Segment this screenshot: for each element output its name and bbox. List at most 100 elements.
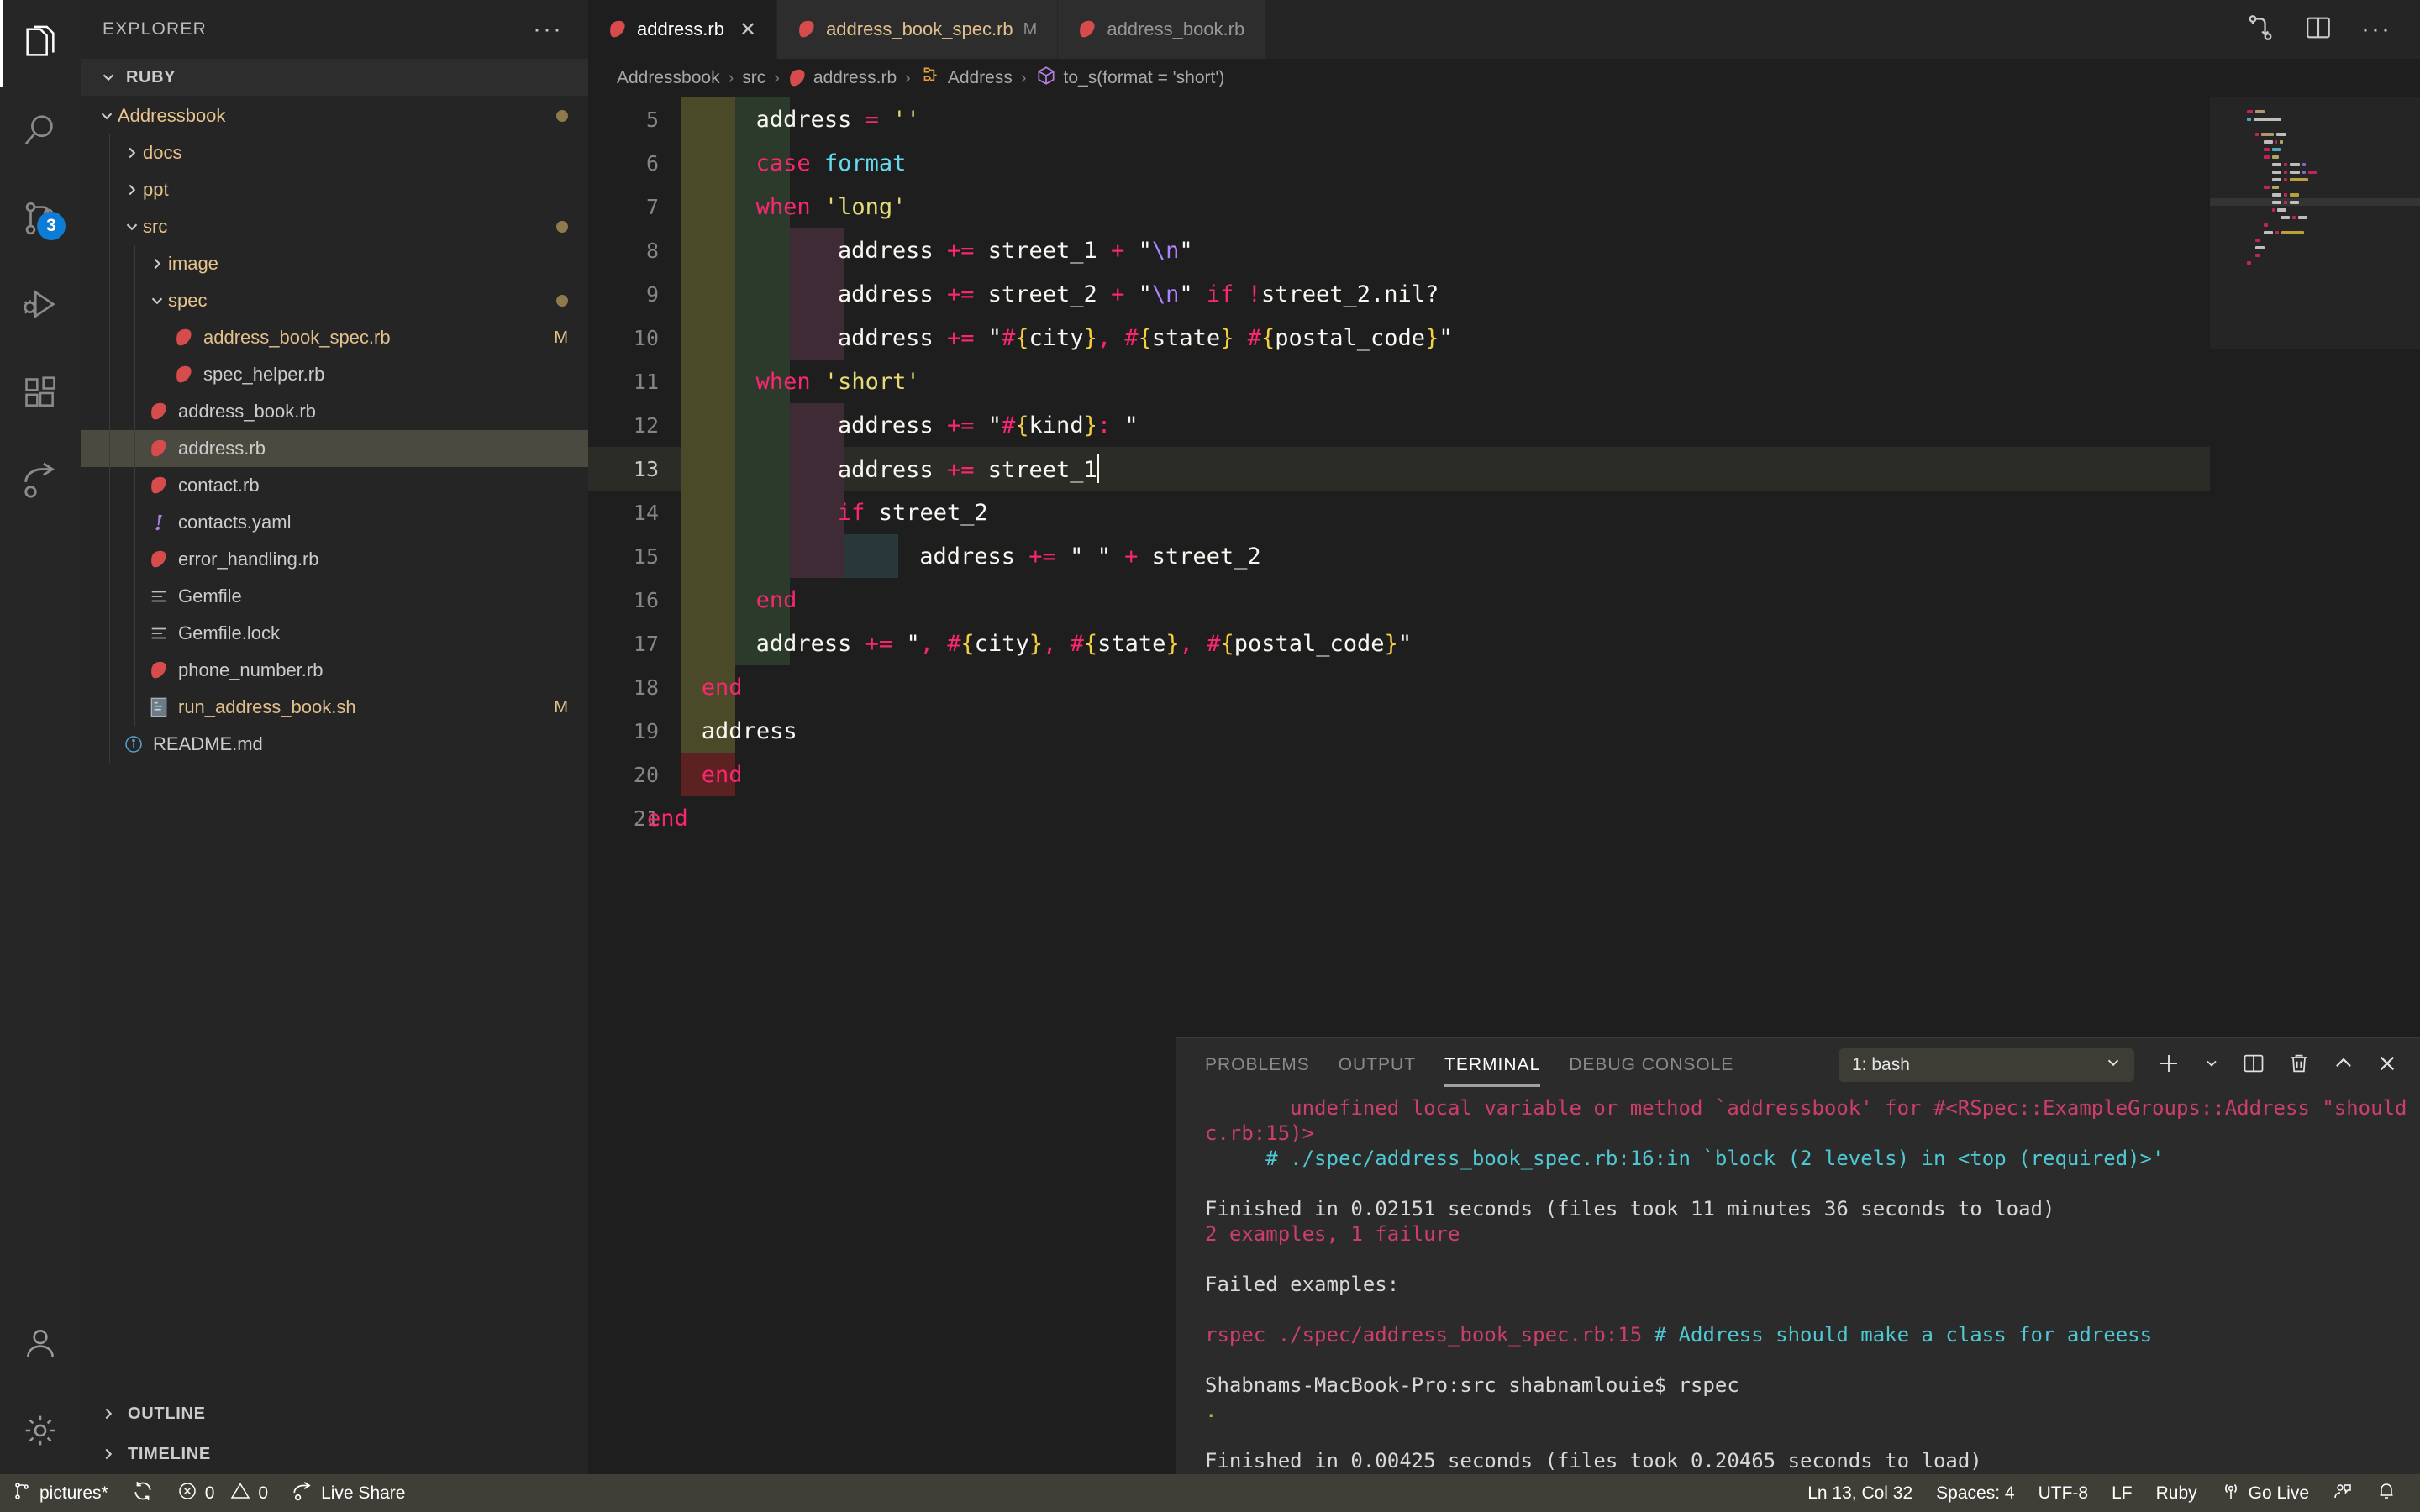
tree-folder-src[interactable]: src: [81, 208, 588, 245]
close-panel-icon[interactable]: [2376, 1053, 2398, 1079]
terminal-text: Finished in 0.02151 seconds (files took …: [1205, 1197, 2055, 1221]
split-terminal-icon[interactable]: [2242, 1052, 2265, 1079]
tree-file-address-book-spec-rb[interactable]: address_book_spec.rb M: [81, 319, 588, 356]
line-number: 16: [633, 587, 659, 612]
tree-folder-addressbook[interactable]: Addressbook: [81, 97, 588, 134]
tree-file-contact-rb[interactable]: contact.rb: [81, 467, 588, 504]
code-line[interactable]: 14 if street_2: [588, 491, 2420, 534]
activity-item-extensions[interactable]: [0, 349, 81, 437]
terminal-output[interactable]: undefined local variable or method `addr…: [1176, 1092, 2420, 1474]
status-encoding[interactable]: UTF-8: [2027, 1474, 2101, 1512]
minimap-slider[interactable]: [2210, 97, 2420, 349]
code-line[interactable]: 6 case format: [588, 141, 2420, 185]
code-line[interactable]: 5 address = '': [588, 97, 2420, 141]
code-line[interactable]: 10 address += "#{city}, #{state} #{posta…: [588, 316, 2420, 360]
sidebar-section-ruby[interactable]: RUBY: [81, 59, 588, 96]
panel-tab-label: PROBLEMS: [1205, 1055, 1310, 1074]
tree-item-label: spec_helper.rb: [203, 364, 325, 385]
editor-tab-address-book-spec-rb[interactable]: address_book_spec.rb M: [777, 0, 1059, 59]
code-line[interactable]: 21 end: [588, 796, 2420, 840]
source-control-icon[interactable]: [2245, 13, 2275, 47]
code-line[interactable]: 7 when 'long': [588, 185, 2420, 228]
sidebar-more-actions-icon[interactable]: ···: [533, 17, 563, 42]
status-language-mode[interactable]: Ruby: [2144, 1474, 2209, 1512]
activity-item-live-share[interactable]: [0, 437, 81, 524]
terminal-select[interactable]: 1: bash: [1839, 1048, 2134, 1082]
code-line[interactable]: 13 address += street_1: [588, 447, 2420, 491]
tree-file-error-handling-rb[interactable]: error_handling.rb: [81, 541, 588, 578]
activity-item-run-and-debug[interactable]: [0, 262, 81, 349]
ellipsis-icon[interactable]: ···: [2361, 17, 2391, 42]
code-line[interactable]: 20 end: [588, 753, 2420, 796]
status-cursor-position[interactable]: Ln 13, Col 32: [1796, 1474, 1924, 1512]
status-indentation[interactable]: Spaces: 4: [1924, 1474, 2026, 1512]
line-number: 18: [633, 675, 659, 700]
code-line[interactable]: 11 when 'short': [588, 360, 2420, 403]
breadcrumb-item-4[interactable]: to_s(format = 'short'): [1035, 65, 1224, 92]
tree-file-phone-number-rb[interactable]: phone_number.rb: [81, 652, 588, 689]
editor-tab-address-rb[interactable]: address.rb ✕: [588, 0, 778, 59]
new-terminal-icon[interactable]: [2156, 1051, 2181, 1080]
code-line[interactable]: 9 address += street_2 + "\n" if !street_…: [588, 272, 2420, 316]
tree-folder-docs[interactable]: docs: [81, 134, 588, 171]
status-eol[interactable]: LF: [2100, 1474, 2144, 1512]
method-icon: [1035, 65, 1057, 92]
kill-terminal-icon[interactable]: [2287, 1052, 2311, 1079]
code-line[interactable]: 16 end: [588, 578, 2420, 622]
code-line-text: address += street_2 + "\n" if !street_2.…: [837, 281, 1439, 307]
panel-tab-problems[interactable]: PROBLEMS: [1205, 1038, 1310, 1092]
activity-item-accounts[interactable]: [0, 1299, 81, 1387]
status-notifications[interactable]: [2365, 1474, 2408, 1512]
code-line[interactable]: 19 address: [588, 709, 2420, 753]
tree-folder-spec[interactable]: spec: [81, 282, 588, 319]
tree-file-readme-md[interactable]: README.md: [81, 726, 588, 763]
new-terminal-dropdown-icon[interactable]: [2203, 1055, 2220, 1076]
panel-tab-terminal[interactable]: TERMINAL: [1444, 1038, 1541, 1092]
tree-file-gemfile[interactable]: Gemfile: [81, 578, 588, 615]
close-icon[interactable]: ✕: [739, 18, 756, 42]
status-live-share[interactable]: Live Share: [280, 1474, 417, 1512]
code-line[interactable]: 8 address += street_1 + "\n": [588, 228, 2420, 272]
split-editor-icon[interactable]: [2304, 13, 2333, 46]
breadcrumb-item-0[interactable]: Addressbook: [617, 68, 720, 88]
tree-file-address-rb[interactable]: address.rb: [81, 430, 588, 467]
status-sync[interactable]: [120, 1474, 166, 1512]
status-go-live[interactable]: Go Live: [2209, 1474, 2321, 1512]
terminal-line: Shabnams-MacBook-Pro:src shabnamlouie$ r…: [1205, 1373, 2420, 1398]
breadcrumb-item-3[interactable]: Address: [919, 65, 1013, 92]
tree-file-spec-helper-rb[interactable]: spec_helper.rb: [81, 356, 588, 393]
panel-tab-output[interactable]: OUTPUT: [1339, 1038, 1416, 1092]
code-line[interactable]: 18 end: [588, 665, 2420, 709]
breadcrumb-item-1[interactable]: src: [742, 68, 765, 88]
tree-item-label: image: [168, 253, 218, 274]
tree-file-address-book-rb[interactable]: address_book.rb: [81, 393, 588, 430]
status-feedback[interactable]: [2321, 1474, 2365, 1512]
status-indent-label: Spaces: 4: [1936, 1483, 2015, 1503]
code-editor[interactable]: 5 address = '' 6 case format 7 when 'long' 8 a…: [588, 97, 2420, 1037]
status-encoding-label: UTF-8: [2038, 1483, 2089, 1503]
breadcrumb-item-2[interactable]: address.rb: [788, 67, 897, 89]
status-branch[interactable]: pictures*: [0, 1474, 120, 1512]
status-problems[interactable]: 0 0: [166, 1474, 280, 1512]
code-line[interactable]: 17 address += ", #{city}, #{state}, #{pos…: [588, 622, 2420, 665]
activity-item-source-control[interactable]: 3: [0, 175, 81, 262]
code-line[interactable]: 12 address += "#{kind}: ": [588, 403, 2420, 447]
terminal-text: undefined local variable or method `addr…: [1290, 1096, 2420, 1120]
activity-item-manage[interactable]: [0, 1387, 81, 1474]
terminal-select-label: 1: bash: [1852, 1055, 1910, 1074]
activity-item-explorer[interactable]: [0, 0, 81, 87]
activity-item-search[interactable]: [0, 87, 81, 175]
code-line[interactable]: 15 address += " " + street_2: [588, 534, 2420, 578]
panel-tab-debug-console[interactable]: DEBUG CONSOLE: [1569, 1038, 1733, 1092]
sidebar-section-timeline[interactable]: TIMELINE: [81, 1434, 588, 1474]
maximize-panel-icon[interactable]: [2333, 1053, 2354, 1079]
search-icon: [21, 112, 60, 150]
editor-tab-address-book-rb[interactable]: address_book.rb: [1058, 0, 1266, 59]
tree-file-run-address-book-sh[interactable]: run_address_book.sh M: [81, 689, 588, 726]
tree-file-gemfile-lock[interactable]: Gemfile.lock: [81, 615, 588, 652]
tree-folder-image[interactable]: image: [81, 245, 588, 282]
tree-file-contacts-yaml[interactable]: ! contacts.yaml: [81, 504, 588, 541]
sidebar-section-outline[interactable]: OUTLINE: [81, 1394, 588, 1434]
minimap[interactable]: [2210, 97, 2420, 1037]
tree-folder-ppt[interactable]: ppt: [81, 171, 588, 208]
